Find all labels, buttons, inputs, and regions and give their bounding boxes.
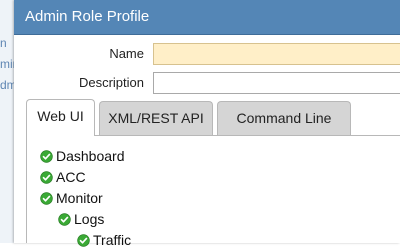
tree-item-label: Monitor	[56, 190, 103, 206]
tree-item-label: Dashboard	[56, 148, 125, 164]
dialog-title[interactable]: Admin Role Profile	[14, 0, 400, 35]
green-check-circle-icon[interactable]	[40, 192, 53, 205]
tree-item-label: ACC	[56, 169, 86, 185]
green-check-circle-icon[interactable]	[77, 234, 90, 247]
name-row: Name	[14, 43, 400, 65]
green-check-circle-icon[interactable]	[40, 171, 53, 184]
description-row: Description	[14, 72, 400, 94]
tree-item-traffic[interactable]: Traffic	[77, 230, 131, 250]
tree-item-monitor[interactable]: Monitor	[40, 188, 103, 208]
tree-item-logs[interactable]: Logs	[58, 209, 104, 229]
description-input[interactable]	[153, 72, 400, 94]
tab-command-line[interactable]: Command Line	[217, 101, 351, 135]
green-check-circle-icon[interactable]	[40, 150, 53, 163]
name-label: Name	[109, 46, 144, 61]
background-page-strip: n min dm	[0, 0, 19, 243]
description-label: Description	[78, 75, 144, 90]
name-input[interactable]	[153, 43, 400, 65]
green-check-circle-icon[interactable]	[58, 213, 71, 226]
tree-item-dashboard[interactable]: Dashboard	[40, 146, 125, 166]
background-text-fragment: n	[0, 36, 7, 50]
tab-bar: Web UI XML/REST API Command Line	[26, 99, 400, 136]
tab-xml-rest-api[interactable]: XML/REST API	[99, 101, 213, 135]
tab-web-ui[interactable]: Web UI	[26, 99, 95, 136]
tree-item-acc[interactable]: ACC	[40, 167, 86, 187]
admin-role-profile-dialog: Admin Role Profile Name Description Web …	[14, 0, 400, 248]
tree-item-label: Logs	[74, 211, 105, 227]
web-ui-permissions-tree: Dashboard ACC Monitor Logs Traffic	[26, 135, 400, 248]
tree-item-label: Traffic	[93, 232, 132, 248]
